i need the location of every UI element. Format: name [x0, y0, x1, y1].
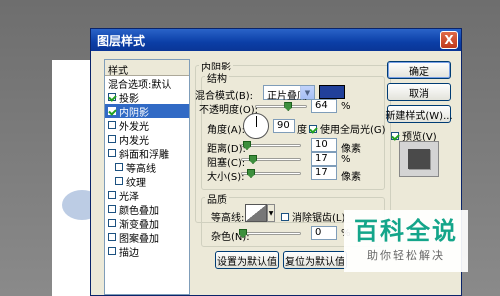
style-list-item[interactable]: 图案叠加: [105, 230, 189, 245]
watermark: 百科全说 助你轻松解决: [344, 210, 468, 272]
style-list-item[interactable]: 光泽: [105, 188, 189, 203]
preview-check-icon: [391, 131, 399, 140]
blend-mode-select[interactable]: 正片叠底 ▼: [263, 85, 315, 102]
style-list-item[interactable]: 描边: [105, 244, 189, 259]
style-checkbox-icon[interactable]: [108, 135, 116, 143]
style-checkbox-icon[interactable]: [108, 121, 116, 129]
style-list-item-label: 光泽: [119, 191, 139, 203]
style-list-item-label: 内阴影: [119, 107, 149, 119]
style-list-item[interactable]: 等高线: [105, 160, 189, 175]
watermark-logo: 百科全说: [354, 217, 458, 245]
angle-label: 角度(A):: [207, 125, 246, 136]
quality-title: 品质: [205, 191, 229, 206]
chevron-down-icon: ▼: [300, 86, 314, 99]
style-checkbox-icon[interactable]: [108, 205, 116, 213]
style-list-item-label: 外发光: [119, 121, 149, 133]
distance-input[interactable]: 10: [311, 138, 337, 152]
style-checkbox-icon[interactable]: [108, 219, 116, 227]
style-list-item[interactable]: 内发光: [105, 132, 189, 147]
anti-alias-checkbox[interactable]: 消除锯齿(L): [281, 209, 345, 224]
anti-alias-check-icon: [281, 212, 289, 221]
style-list-item[interactable]: 内阴影: [105, 104, 189, 119]
style-list-item[interactable]: 纹理: [105, 174, 189, 189]
shadow-color-swatch[interactable]: [319, 85, 345, 99]
global-light-checkbox[interactable]: 使用全局光(G): [309, 121, 386, 136]
opacity-slider-track[interactable]: [255, 105, 307, 108]
style-list-item-label: 渐变叠加: [119, 219, 159, 231]
angle-unit: 度: [297, 125, 307, 136]
style-list-item[interactable]: 渐变叠加: [105, 216, 189, 231]
style-list-item-label: 内发光: [119, 135, 149, 147]
style-list-item-label: 等高线: [126, 163, 156, 175]
cancel-button[interactable]: 取消: [387, 83, 451, 101]
style-checkbox-icon[interactable]: [108, 191, 116, 199]
style-checkbox-icon[interactable]: [108, 107, 116, 115]
style-list-item-label: 投影: [119, 93, 139, 105]
style-list-item[interactable]: 投影: [105, 90, 189, 105]
ok-button[interactable]: 确定: [387, 61, 451, 79]
watermark-subtitle: 助你轻松解决: [367, 249, 445, 262]
new-style-button[interactable]: 新建样式(W)...: [385, 105, 453, 123]
style-list-item-label: 斜面和浮雕: [119, 149, 169, 161]
style-checkbox-icon[interactable]: [108, 149, 116, 157]
opacity-unit: %: [341, 101, 351, 112]
chevron-down-icon[interactable]: ▼: [267, 204, 275, 222]
noise-input[interactable]: 0: [311, 226, 337, 240]
structure-title: 结构: [205, 70, 229, 85]
opacity-input[interactable]: 64: [311, 99, 337, 113]
size-input[interactable]: 17: [311, 166, 337, 180]
style-list-item[interactable]: 颜色叠加: [105, 202, 189, 217]
choke-label: 阻塞(C):: [207, 158, 246, 169]
anti-alias-label: 消除锯齿(L): [292, 213, 346, 224]
contour-preview[interactable]: [245, 204, 267, 222]
dialog-title: 图层样式: [97, 33, 146, 48]
style-checkbox-icon[interactable]: [115, 177, 123, 185]
contour-label: 等高线:: [211, 213, 245, 224]
blend-mode-label: 混合模式(B):: [195, 91, 254, 102]
style-list-items: 混合选项:默认投影内阴影外发光内发光斜面和浮雕等高线纹理光泽颜色叠加渐变叠加图案…: [105, 76, 189, 259]
dialog-titlebar[interactable]: 图层样式 X: [91, 29, 461, 51]
style-checkbox-icon[interactable]: [115, 163, 123, 171]
choke-unit: %: [341, 154, 351, 165]
style-list-item[interactable]: 斜面和浮雕: [105, 146, 189, 161]
angle-dial[interactable]: [243, 113, 269, 139]
style-list-header: 样式: [105, 60, 189, 77]
global-light-label: 使用全局光(G): [320, 125, 386, 136]
style-checkbox-icon[interactable]: [108, 233, 116, 241]
choke-input[interactable]: 17: [311, 152, 337, 166]
close-button[interactable]: X: [440, 31, 458, 49]
style-list-item-label: 混合选项:默认: [108, 79, 172, 91]
style-checkbox-icon[interactable]: [108, 247, 116, 255]
reset-default-button[interactable]: 复位为默认值: [283, 251, 347, 269]
distance-label: 距离(D):: [207, 144, 246, 155]
noise-slider-track[interactable]: [241, 232, 301, 235]
style-list-item[interactable]: 外发光: [105, 118, 189, 133]
size-label: 大小(S):: [207, 172, 245, 183]
style-checkbox-icon[interactable]: [108, 93, 116, 101]
set-default-button[interactable]: 设置为默认值: [215, 251, 279, 269]
preview-swatch: [408, 149, 430, 169]
style-list-item-label: 图案叠加: [119, 233, 159, 245]
size-unit: 像素: [341, 172, 361, 183]
style-list-item-label: 描边: [119, 247, 139, 259]
global-light-check-icon: [309, 124, 317, 133]
close-icon: X: [444, 33, 454, 47]
angle-input[interactable]: 90: [273, 119, 295, 133]
style-list-panel: 样式 混合选项:默认投影内阴影外发光内发光斜面和浮雕等高线纹理光泽颜色叠加渐变叠…: [104, 59, 190, 295]
style-list-item-label: 纹理: [126, 177, 146, 189]
style-list-item[interactable]: 混合选项:默认: [105, 76, 189, 91]
style-preview-thumbnail: [399, 141, 439, 177]
distance-unit: 像素: [341, 144, 361, 155]
style-list-item-label: 颜色叠加: [119, 205, 159, 217]
